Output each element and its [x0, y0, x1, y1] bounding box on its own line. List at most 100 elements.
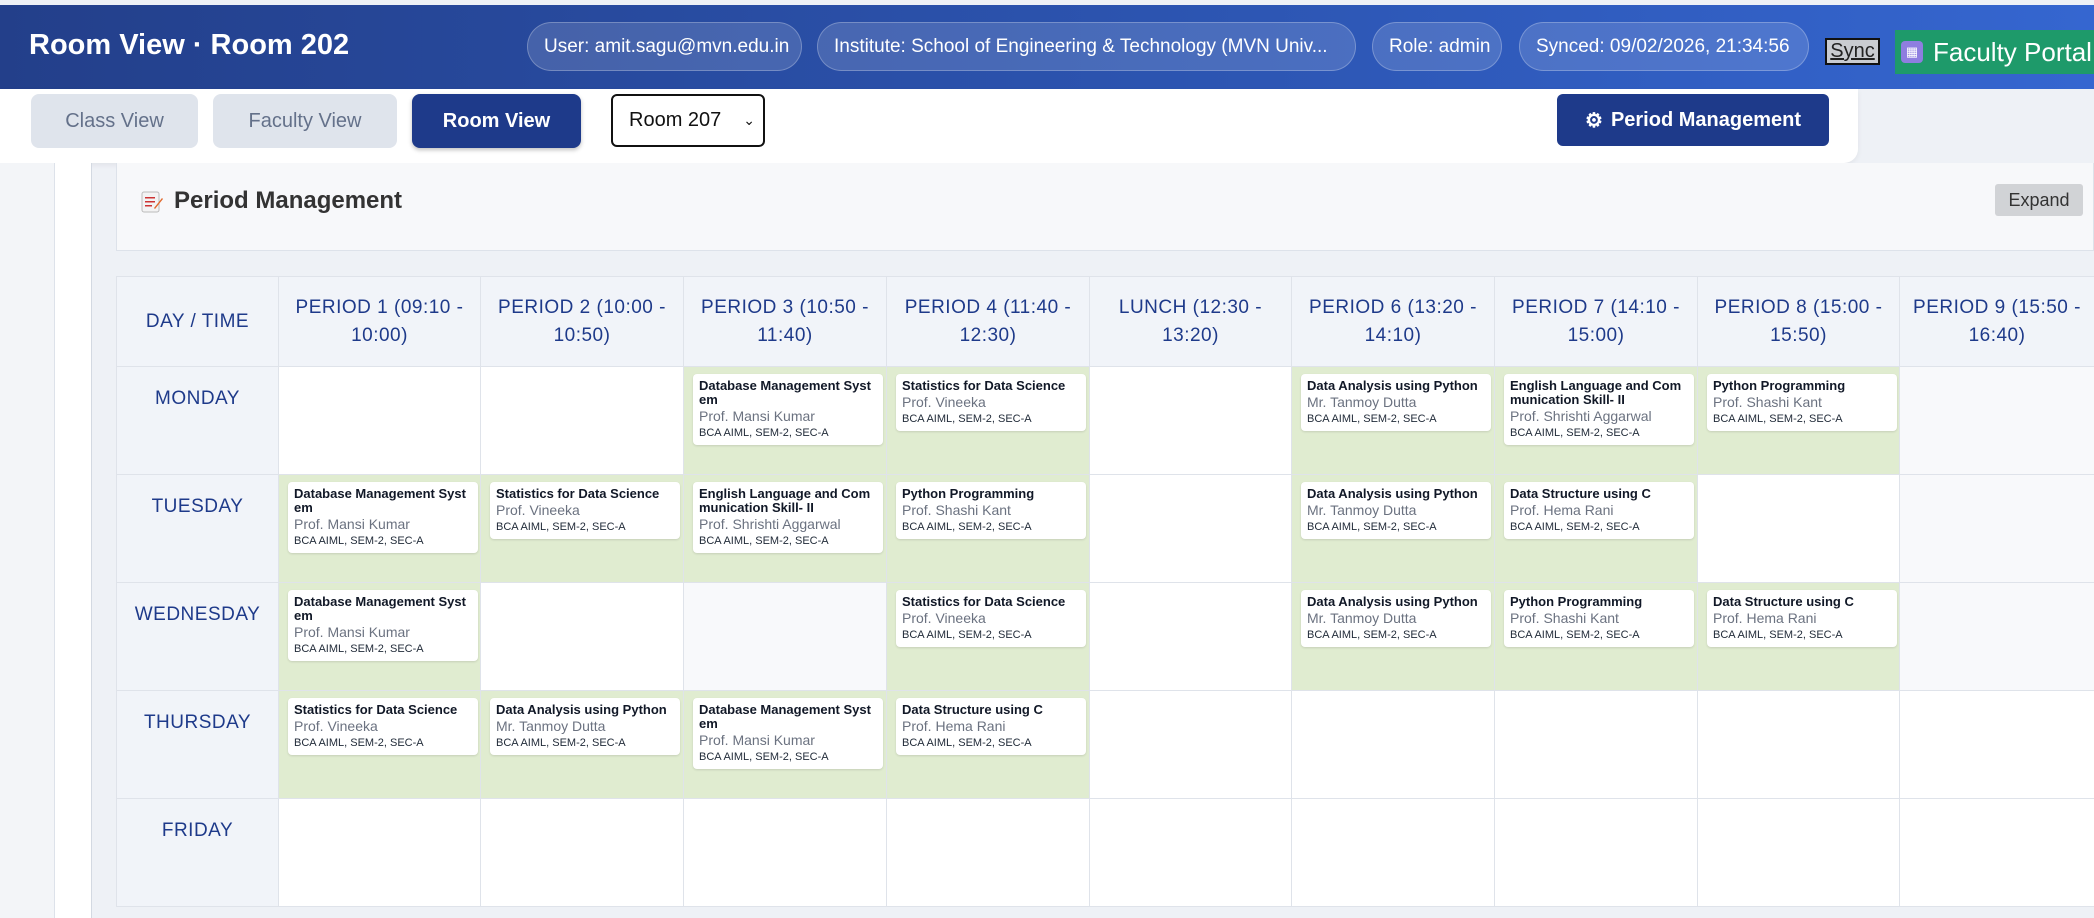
timetable-slot-filled[interactable]: Database Management System Prof. Mansi Ku… [278, 582, 481, 691]
class-card[interactable]: Statistics for Data Science Prof. Vineeka… [490, 482, 680, 539]
timetable-slot-filled[interactable]: Statistics for Data Science Prof. Vineeka… [480, 474, 684, 583]
class-card[interactable]: Python Programming Prof. Shashi Kant BCA A… [1707, 374, 1897, 431]
class-group: BCA AIML, SEM-2, SEC-A [496, 737, 626, 749]
class-card[interactable]: Python Programming Prof. Shashi Kant BCA A… [896, 482, 1086, 539]
class-card[interactable]: Database Management System Prof. Mansi Ku… [693, 698, 883, 769]
timetable-slot-empty[interactable] [1899, 474, 2094, 583]
tab-room-view[interactable]: Room View [412, 94, 581, 148]
timetable-row: WEDNESDAY Database Management System Prof.… [116, 582, 2094, 691]
sync-button[interactable]: Sync [1825, 38, 1880, 65]
timetable-slot-empty[interactable] [1494, 798, 1698, 907]
class-card[interactable]: Data Analysis using Python Mr. Tanmoy Dut… [490, 698, 680, 755]
subject-name: Database Management System [699, 378, 871, 407]
period-management-button[interactable]: ⚙ Period Management [1557, 94, 1829, 146]
timetable-slot-empty[interactable] [1697, 474, 1900, 583]
lunch-slot[interactable] [1089, 474, 1292, 583]
timetable-slot-empty[interactable] [1899, 690, 2094, 799]
timetable-slot-empty[interactable] [886, 798, 1090, 907]
timetable-slot-empty[interactable] [480, 582, 684, 691]
timetable-slot-empty[interactable] [1899, 366, 2094, 475]
faculty-name: Prof. Hema Rani [902, 718, 1006, 734]
timetable-slot-filled[interactable]: Statistics for Data Science Prof. Vineeka… [886, 366, 1090, 475]
timetable-slot-filled[interactable]: Statistics for Data Science Prof. Vineeka… [886, 582, 1090, 691]
faculty-portal-button[interactable]: ▦ Faculty Portal [1895, 30, 2094, 74]
faculty-name: Prof. Mansi Kumar [294, 516, 410, 532]
faculty-name: Prof. Vineeka [496, 502, 580, 518]
timetable-slot-empty[interactable] [1291, 690, 1495, 799]
timetable-slot-filled[interactable]: Python Programming Prof. Shashi Kant BCA A… [1494, 582, 1698, 691]
day-label: THURSDAY [116, 690, 279, 799]
faculty-name: Mr. Tanmoy Dutta [1307, 610, 1417, 626]
timetable-slot-filled[interactable]: Data Analysis using Python Mr. Tanmoy Dut… [1291, 582, 1495, 691]
class-card[interactable]: Statistics for Data Science Prof. Vineeka… [896, 590, 1086, 647]
class-card[interactable]: Data Structure using C Prof. Hema Rani BCA… [1504, 482, 1694, 539]
timetable-slot-filled[interactable]: Data Analysis using Python Mr. Tanmoy Dut… [1291, 474, 1495, 583]
period-header: PERIOD 7 (14:10 - 15:00) [1494, 276, 1698, 367]
timetable-slot-empty[interactable] [1899, 798, 2094, 907]
timetable-slot-empty[interactable] [278, 366, 481, 475]
timetable-slot-empty[interactable] [1899, 582, 2094, 691]
timetable-slot-filled[interactable]: Data Structure using C Prof. Hema Rani BCA… [886, 690, 1090, 799]
timetable-slot-empty[interactable] [1697, 798, 1900, 907]
timetable-slot-empty[interactable] [480, 798, 684, 907]
lunch-slot[interactable] [1089, 366, 1292, 475]
timetable-slot-empty[interactable] [683, 798, 887, 907]
class-card[interactable]: Data Analysis using Python Mr. Tanmoy Dut… [1301, 482, 1491, 539]
timetable-slot-empty[interactable] [683, 582, 887, 691]
timetable-slot-filled[interactable]: Database Management System Prof. Mansi Ku… [683, 366, 887, 475]
timetable-slot-filled[interactable]: Python Programming Prof. Shashi Kant BCA A… [1697, 366, 1900, 475]
tab-class-view[interactable]: Class View [31, 94, 198, 148]
subject-name: Statistics for Data Science [496, 486, 660, 501]
period-header: PERIOD 2 (10:00 - 10:50) [480, 276, 684, 367]
timetable-row: FRIDAY [116, 798, 2094, 907]
class-card[interactable]: Data Structure using C Prof. Hema Rani BCA… [1707, 590, 1897, 647]
timetable-slot-filled[interactable]: English Language and Communication Skill… [683, 474, 887, 583]
class-card[interactable]: Data Structure using C Prof. Hema Rani BCA… [896, 698, 1086, 755]
lunch-slot[interactable] [1089, 582, 1292, 691]
class-card[interactable]: English Language and Communication Skill… [1504, 374, 1694, 445]
class-card[interactable]: Database Management System Prof. Mansi Ku… [288, 482, 478, 553]
timetable-slot-filled[interactable]: Statistics for Data Science Prof. Vineeka… [278, 690, 481, 799]
timetable-slot-empty[interactable] [1291, 798, 1495, 907]
timetable-slot-filled[interactable]: Database Management System Prof. Mansi Ku… [278, 474, 481, 583]
class-card[interactable]: Data Analysis using Python Mr. Tanmoy Dut… [1301, 590, 1491, 647]
class-card[interactable]: Python Programming Prof. Shashi Kant BCA A… [1504, 590, 1694, 647]
expand-button[interactable]: Expand [1995, 184, 2083, 216]
timetable-container: DAY / TIME PERIOD 1 (09:10 - 10:00) PERIOD… [116, 276, 2094, 908]
class-card[interactable]: Statistics for Data Science Prof. Vineeka… [288, 698, 478, 755]
subject-name: Statistics for Data Science [294, 702, 458, 717]
panel-title: Period Management [174, 187, 403, 214]
timetable-body: MONDAY Database Management System Prof. Ma… [116, 366, 2094, 907]
timetable-slot-empty[interactable] [480, 366, 684, 475]
day-label: TUESDAY [116, 474, 279, 583]
faculty-name: Mr. Tanmoy Dutta [1307, 394, 1417, 410]
class-card[interactable]: English Language and Communication Skill… [693, 482, 883, 553]
subject-name: Data Structure using C [1510, 486, 1651, 501]
class-card[interactable]: Statistics for Data Science Prof. Vineeka… [896, 374, 1086, 431]
timetable-slot-empty[interactable] [1494, 690, 1698, 799]
faculty-name: Prof. Mansi Kumar [294, 624, 410, 640]
timetable-slot-empty[interactable] [278, 798, 481, 907]
timetable: DAY / TIME PERIOD 1 (09:10 - 10:00) PERIOD… [116, 276, 2094, 907]
timetable-slot-filled[interactable]: English Language and Communication Skill… [1494, 366, 1698, 475]
tab-faculty-view[interactable]: Faculty View [213, 94, 397, 148]
subject-name: Data Structure using C [902, 702, 1043, 717]
class-card[interactable]: Data Analysis using Python Mr. Tanmoy Dut… [1301, 374, 1491, 431]
class-card[interactable]: Database Management System Prof. Mansi Ku… [288, 590, 478, 661]
timetable-slot-filled[interactable]: Python Programming Prof. Shashi Kant BCA A… [886, 474, 1090, 583]
timetable-slot-filled[interactable]: Data Analysis using Python Mr. Tanmoy Dut… [1291, 366, 1495, 475]
timetable-slot-filled[interactable]: Data Analysis using Python Mr. Tanmoy Dut… [480, 690, 684, 799]
faculty-name: Prof. Shashi Kant [1713, 394, 1822, 410]
timetable-slot-empty[interactable] [1697, 690, 1900, 799]
institute-pill: Institute: School of Engineering & Techn… [817, 22, 1356, 71]
class-card[interactable]: Database Management System Prof. Mansi Ku… [693, 374, 883, 445]
day-time-header: DAY / TIME [116, 276, 279, 367]
timetable-slot-filled[interactable]: Data Structure using C Prof. Hema Rani BCA… [1494, 474, 1698, 583]
timetable-slot-filled[interactable]: Database Management System Prof. Mansi Ku… [683, 690, 887, 799]
room-select[interactable]: Room 207 ⌄ [611, 94, 765, 147]
timetable-slot-filled[interactable]: Data Structure using C Prof. Hema Rani BCA… [1697, 582, 1900, 691]
lunch-slot[interactable] [1089, 690, 1292, 799]
class-group: BCA AIML, SEM-2, SEC-A [902, 737, 1032, 749]
lunch-slot[interactable] [1089, 798, 1292, 907]
subject-name: Python Programming [902, 486, 1035, 501]
